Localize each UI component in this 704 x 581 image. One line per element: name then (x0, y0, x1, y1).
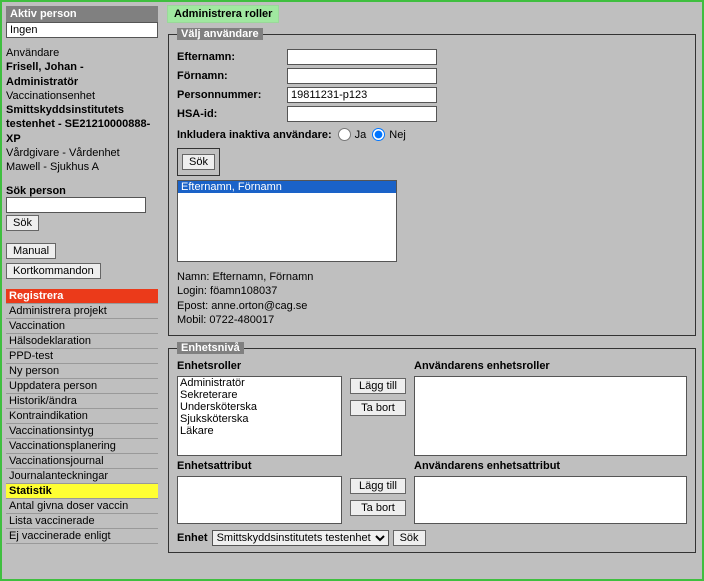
hsaid-input[interactable] (287, 106, 437, 122)
sidebar-menu-item[interactable]: Uppdatera person (6, 379, 158, 394)
sok-anvandare-button[interactable]: Sök (182, 154, 215, 170)
sok-person-button[interactable]: Sök (6, 215, 39, 231)
anvandare-list-item-selected[interactable]: Efternamn, Förnamn (178, 181, 396, 193)
sidebar-menu-item[interactable]: Journalanteckningar (6, 469, 158, 484)
sidebar-menu-item[interactable]: Vaccinationsplanering (6, 439, 158, 454)
enhetsroller-lagg-till-button[interactable]: Lägg till (350, 378, 406, 394)
details-epost-value: anne.orton@cag.se (211, 300, 307, 312)
inaktiva-label: Inkludera inaktiva användare: (177, 129, 332, 141)
anv-enhetsattrib-label: Användarens enhetsattribut (414, 460, 687, 472)
sok-person-input[interactable] (6, 197, 146, 213)
manual-button[interactable]: Manual (6, 243, 56, 259)
anvandare-listbox[interactable]: Efternamn, Förnamn (177, 180, 397, 262)
sidebar-menu-item[interactable]: Vaccination (6, 319, 158, 334)
sidebar-menu-item[interactable]: Ny person (6, 364, 158, 379)
sidebar-menu-item[interactable]: Antal givna doser vaccin (6, 499, 158, 514)
enhetsroller-ta-bort-button[interactable]: Ta bort (350, 400, 406, 416)
sidebar-menu-item[interactable]: Statistik (6, 484, 158, 499)
enhetsniva-fieldset: Enhetsnivå Enhetsroller Användarens enhe… (168, 342, 696, 553)
details-mobil-label: Mobil: (177, 314, 206, 326)
enhet-select[interactable]: Smittskyddsinstitutets testenhet (212, 530, 389, 546)
sidebar-menu-item[interactable]: Registrera (6, 289, 158, 304)
enhetsattrib-list[interactable] (177, 476, 342, 524)
inaktiva-nej-radio[interactable] (372, 128, 385, 141)
sidebar-menu-item[interactable]: Hälsodeklaration (6, 334, 158, 349)
inaktiva-ja-label: Ja (355, 129, 367, 141)
sidebar-menu-item[interactable]: Vaccinationsjournal (6, 454, 158, 469)
enhet-label: Enhet (177, 532, 208, 544)
role-option[interactable]: Undersköterska (180, 401, 339, 413)
sidebar-menu-item[interactable]: Ej vaccinerade enligt (6, 529, 158, 544)
role-option[interactable]: Administratör (180, 377, 339, 389)
sidebar-menu-item[interactable]: PPD-test (6, 349, 158, 364)
valj-anvandare-fieldset: Välj användare Efternamn: Förnamn: Perso… (168, 28, 696, 336)
enhetsattrib-lagg-till-button[interactable]: Lägg till (350, 478, 406, 494)
sidebar-menu-item[interactable]: Lista vaccinerade (6, 514, 158, 529)
details-login-label: Login: (177, 285, 207, 297)
enhetsniva-legend: Enhetsnivå (177, 342, 244, 354)
anv-enhetsattrib-list[interactable] (414, 476, 687, 524)
sok-person-label: Sök person (6, 185, 158, 197)
role-option[interactable]: Sekreterare (180, 389, 339, 401)
enhet-sok-button[interactable]: Sök (393, 530, 426, 546)
user-info: Användare Frisell, Johan - Administratör… (6, 46, 158, 175)
aktiv-person-header: Aktiv person (6, 6, 158, 22)
details-name-value: Efternamn, Förnamn (212, 271, 313, 283)
efternamn-label: Efternamn: (177, 51, 287, 63)
details-name-label: Namn: (177, 271, 209, 283)
role-option[interactable]: Sjuksköterska (180, 413, 339, 425)
enhetsattrib-ta-bort-button[interactable]: Ta bort (350, 500, 406, 516)
personnummer-label: Personnummer: (177, 89, 287, 101)
sidebar-menu-item[interactable]: Administrera projekt (6, 304, 158, 319)
details-epost-label: Epost: (177, 300, 208, 312)
anv-enhetsroller-list[interactable] (414, 376, 687, 456)
aktiv-person-value: Ingen (6, 22, 158, 38)
enhetsroller-list[interactable]: AdministratörSekreterareUndersköterskaSj… (177, 376, 342, 456)
valj-anvandare-legend: Välj användare (177, 28, 263, 40)
kortkommandon-button[interactable]: Kortkommandon (6, 263, 101, 279)
unit-line2: Smittskyddsinstitutets testenhet - SE212… (6, 103, 158, 146)
enhetsattrib-label: Enhetsattribut (177, 460, 342, 472)
enhetsroller-label: Enhetsroller (177, 360, 342, 372)
fornamn-label: Förnamn: (177, 70, 287, 82)
fornamn-input[interactable] (287, 68, 437, 84)
anv-enhetsroller-label: Användarens enhetsroller (414, 360, 687, 372)
details-login-value: föamn108037 (210, 285, 277, 297)
sidebar-menu-item[interactable]: Historik/ändra (6, 394, 158, 409)
user-name: Frisell, Johan - Administratör (6, 60, 158, 89)
user-label: Användare (6, 46, 158, 60)
role-option[interactable]: Läkare (180, 425, 339, 437)
hsaid-label: HSA-id: (177, 108, 287, 120)
page-title: Administrera roller (168, 6, 278, 22)
efternamn-input[interactable] (287, 49, 437, 65)
anvandare-details: Namn: Efternamn, Förnamn Login: föamn108… (177, 270, 687, 327)
sidebar-menu-item[interactable]: Vaccinationsintyg (6, 424, 158, 439)
inaktiva-nej-label: Nej (389, 129, 406, 141)
details-mobil-value: 0722-480017 (209, 314, 274, 326)
caregiver-value: Mawell - Sjukhus A (6, 160, 158, 174)
caregiver-label: Vårdgivare - Vårdenhet (6, 146, 158, 160)
unit-line1: Vaccinationsenhet (6, 89, 158, 103)
sidebar-menu-item[interactable]: Kontraindikation (6, 409, 158, 424)
inaktiva-ja-radio[interactable] (338, 128, 351, 141)
personnummer-input[interactable] (287, 87, 437, 103)
